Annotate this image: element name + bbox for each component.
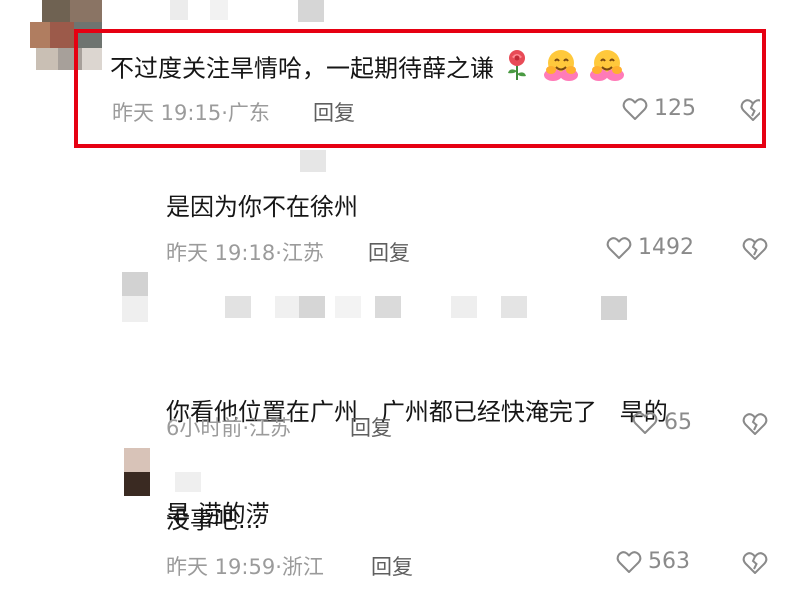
heart-icon: [616, 550, 642, 573]
broken-heart-icon: [742, 552, 768, 574]
comment-text-1-body: 不过度关注旱情哈，一起期待薛之谦: [110, 54, 494, 83]
comment-meta-2: 昨天 19:18·江苏: [166, 237, 324, 267]
meta-separator: ·: [275, 555, 282, 579]
comment-location: 广东: [227, 101, 270, 125]
comment-time: 昨天 19:59: [166, 555, 276, 579]
comment-location: 江苏: [249, 416, 292, 440]
comment-time: 昨天 19:15: [112, 101, 222, 125]
like-count: 563: [648, 549, 690, 574]
like-button[interactable]: 125: [622, 96, 696, 121]
username-blur: [225, 296, 635, 326]
dislike-button[interactable]: [742, 551, 768, 575]
comment-meta-1: 昨天 19:15·广东: [112, 97, 270, 127]
comment-text-4: 没事吧...: [166, 506, 261, 534]
reply-button[interactable]: 回复: [371, 551, 413, 581]
like-count: 65: [664, 410, 692, 435]
like-button[interactable]: 65: [632, 410, 692, 435]
reply-button[interactable]: 回复: [313, 97, 355, 127]
dislike-button[interactable]: [742, 237, 768, 261]
comment-time: 昨天 19:18: [166, 241, 276, 265]
hug-emoji-icon: [543, 48, 579, 91]
broken-heart-icon: [742, 413, 768, 435]
heart-icon: [632, 411, 658, 434]
avatar[interactable]: [124, 448, 154, 498]
comment-location: 江苏: [281, 241, 324, 265]
like-button[interactable]: 563: [616, 549, 690, 574]
heart-icon: [606, 236, 632, 259]
comment-meta-4: 昨天 19:59·浙江: [166, 551, 324, 581]
username-blur: [300, 150, 330, 174]
heart-icon: [622, 97, 648, 120]
comment-text-2: 是因为你不在徐州: [166, 193, 358, 221]
username-blur: [175, 472, 235, 496]
broken-heart-icon: [742, 238, 768, 260]
comment-text-1: 不过度关注旱情哈，一起期待薛之谦: [110, 48, 625, 91]
comment-location: 浙江: [281, 555, 324, 579]
dislike-button[interactable]: [742, 412, 768, 436]
like-count: 125: [654, 96, 696, 121]
meta-separator: ·: [275, 241, 282, 265]
username-blur: [170, 0, 330, 22]
like-button[interactable]: 1492: [606, 235, 694, 260]
meta-separator: ·: [221, 101, 228, 125]
comment-time: 6小时前: [166, 416, 243, 440]
rose-emoji-icon: [504, 49, 530, 90]
dislike-button[interactable]: [740, 98, 760, 122]
comment-meta-3: 6小时前·江苏: [166, 412, 291, 442]
avatar[interactable]: [122, 272, 150, 324]
reply-button[interactable]: 回复: [350, 412, 392, 442]
hug-emoji-icon: [589, 48, 625, 91]
reply-button[interactable]: 回复: [368, 237, 410, 267]
broken-heart-icon: [740, 99, 760, 121]
like-count: 1492: [638, 235, 694, 260]
